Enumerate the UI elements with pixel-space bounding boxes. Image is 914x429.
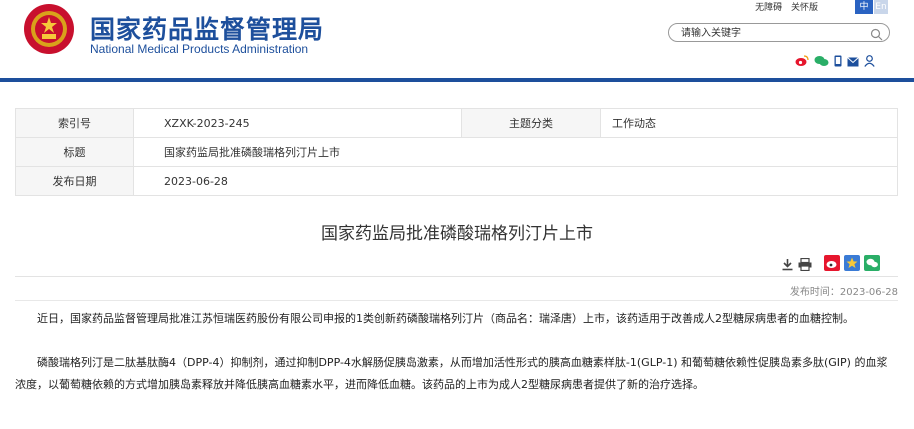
- mobile-icon[interactable]: [834, 52, 842, 71]
- table-row: 索引号 XZXK-2023-245 主题分类 工作动态: [15, 108, 898, 138]
- table-row: 标题 国家药监局批准磷酸瑞格列汀片上市: [15, 137, 898, 167]
- share-qzone-icon[interactable]: [844, 255, 860, 275]
- site-header: 国家药品监督管理局 National Medical Products Admi…: [0, 0, 914, 78]
- article-title: 国家药监局批准磷酸瑞格列汀片上市: [321, 224, 593, 244]
- table-row: 发布日期 2023-06-28: [15, 166, 898, 196]
- search-box: [668, 23, 890, 42]
- national-emblem-logo[interactable]: [24, 4, 74, 54]
- social-links: [795, 52, 875, 71]
- topic-value: 工作动态: [600, 108, 898, 138]
- lang-en-button[interactable]: En: [874, 0, 888, 14]
- share-weibo-icon[interactable]: [824, 255, 840, 275]
- title-label: 标题: [15, 137, 134, 167]
- top-links: 无障碍 关怀版: [749, 0, 818, 13]
- content-divider: [15, 300, 898, 301]
- header-divider: [0, 78, 914, 82]
- title-divider: [15, 276, 898, 277]
- article-meta-table: 索引号 XZXK-2023-245 主题分类 工作动态 标题 国家药监局批准磷酸…: [15, 108, 898, 196]
- care-mode-link[interactable]: 关怀版: [791, 3, 818, 13]
- article-paragraph-1: 近日，国家药品监督管理局批准江苏恒瑞医药股份有限公司申报的1类创新药磷酸瑞格列汀…: [37, 312, 854, 325]
- accessibility-link[interactable]: 无障碍: [755, 3, 782, 13]
- search-input[interactable]: [681, 26, 861, 40]
- print-icon[interactable]: [798, 256, 812, 275]
- user-icon[interactable]: [864, 52, 875, 71]
- weibo-icon[interactable]: [795, 52, 809, 71]
- download-icon[interactable]: [781, 256, 794, 275]
- date-label: 发布日期: [15, 166, 134, 196]
- index-value: XZXK-2023-245: [133, 108, 462, 138]
- search-icon[interactable]: [870, 26, 883, 45]
- index-label: 索引号: [15, 108, 134, 138]
- lang-cn-button[interactable]: 中: [855, 0, 873, 14]
- wechat-icon[interactable]: [814, 52, 829, 71]
- share-wechat-icon[interactable]: [864, 255, 880, 275]
- topic-label: 主题分类: [461, 108, 601, 138]
- article-paragraph-2: 磷酸瑞格列汀是二肽基肽酶4（DPP-4）抑制剂，通过抑制DPP-4水解肠促胰岛激…: [15, 356, 888, 391]
- article-tools: [781, 255, 880, 275]
- date-value: 2023-06-28: [133, 166, 898, 196]
- publish-time: 发布时间：2023-06-28: [789, 287, 898, 298]
- site-subtitle: National Medical Products Administration: [90, 42, 309, 56]
- site-title[interactable]: 国家药品监督管理局: [90, 10, 324, 46]
- title-value: 国家药监局批准磷酸瑞格列汀片上市: [133, 137, 898, 167]
- mail-icon[interactable]: [847, 52, 859, 71]
